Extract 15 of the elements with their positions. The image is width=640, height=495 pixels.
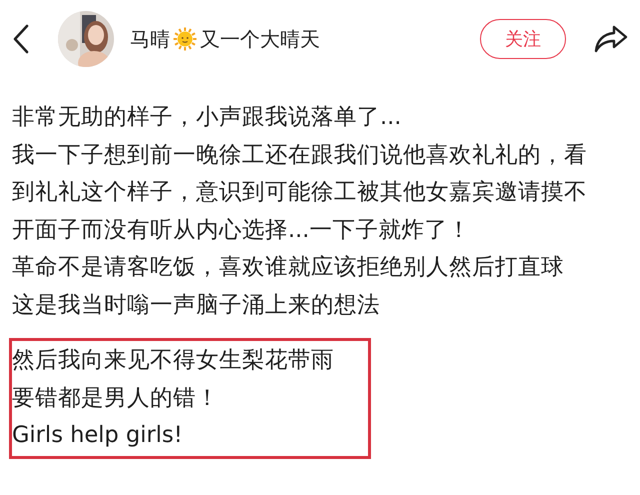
post-text-line: 然后我向来见不得女生梨花带雨 — [12, 346, 335, 375]
post-text-line: 到礼礼这个样子，意识到可能徐工被其他女嘉宾邀请摸不 — [12, 178, 588, 207]
post-text-line: 革命不是请客吃饭，喜欢谁就应该拒绝别人然后打直球 — [12, 253, 565, 282]
post-text-line: 非常无助的样子，小声跟我说落单了... — [12, 103, 402, 132]
post-text-line: 我一下子想到前一晚徐工还在跟我们说他喜欢礼礼的，看 — [12, 140, 588, 170]
share-button[interactable] — [594, 24, 628, 54]
post-text-line: 开面子而没有听从内心选择...一下子就炸了！ — [12, 216, 472, 244]
follow-button[interactable]: 关注 — [480, 19, 566, 59]
back-button[interactable] — [12, 24, 30, 54]
sun-icon — [173, 27, 197, 51]
author-status: 又一个大晴天 — [200, 26, 320, 52]
author-name: 马晴 — [130, 26, 170, 52]
post-text-line: Girls help girls! — [12, 421, 184, 450]
post-text-line: 这是我当时嗡一声脑子涌上来的想法 — [12, 290, 381, 320]
post-text-line: 要错都是男人的错！ — [12, 384, 220, 412]
